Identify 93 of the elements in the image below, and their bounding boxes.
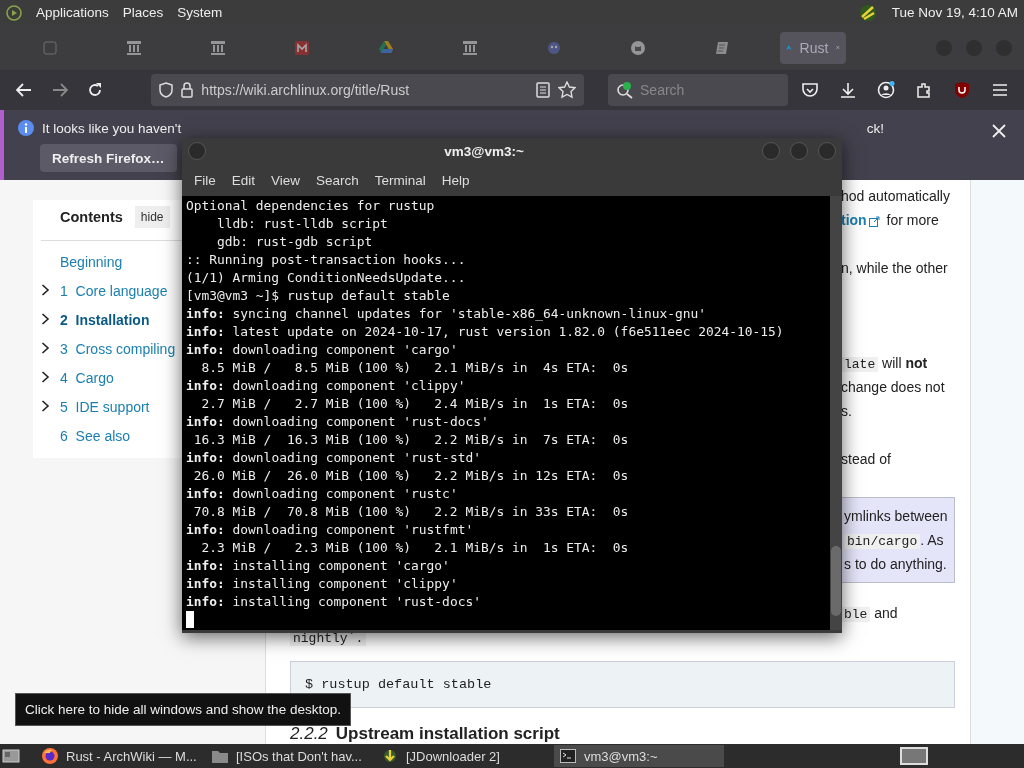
note-text: bin/cargo . As — [844, 527, 944, 552]
library-icon — [127, 40, 141, 55]
terminal-line: 2.3 MiB / 2.3 MiB (100 %) 2.1 MiB/s in 1s ETA: 0s — [200, 539, 630, 557]
notice-text: It looks like you haven't — [42, 120, 182, 136]
chevron-icon[interactable] — [41, 341, 50, 354]
article-text: n, while the other — [841, 258, 948, 278]
drive-icon — [379, 41, 393, 54]
terminal-line: info: downloading component 'rustc' — [186, 485, 459, 503]
terminal-line: 8.5 MiB / 8.5 MiB (100 %) 2.1 MiB/s in 4s ETA: 0s — [200, 359, 630, 377]
note-icon — [715, 40, 729, 55]
chevron-icon[interactable] — [41, 370, 50, 383]
contents-title: Contents — [60, 209, 123, 225]
menu-item[interactable]: Help — [433, 172, 478, 188]
terminal-line: info: installing component 'cargo' — [186, 557, 451, 575]
panel-menu[interactable]: Applications — [36, 5, 109, 20]
library-icon — [211, 40, 225, 55]
chevron-icon[interactable] — [41, 283, 50, 296]
info-icon — [18, 120, 34, 136]
mail-icon — [295, 40, 309, 55]
note-text: s to do anything. — [844, 554, 947, 574]
scrollbar[interactable] — [830, 196, 842, 630]
article-text: late will not — [841, 350, 928, 375]
cursor — [186, 611, 194, 628]
terminal-line: info: installing component 'clippy' — [186, 575, 459, 593]
downloader-icon — [382, 748, 398, 764]
chevron-icon[interactable] — [41, 312, 50, 325]
clock: Tue Nov 19, 4:10 AM — [891, 5, 1018, 20]
refresh-button[interactable]: Refresh Firefox… — [40, 144, 177, 172]
external-link-icon — [868, 215, 880, 227]
menu-item[interactable]: File — [186, 172, 224, 188]
contents-link[interactable]: 3 Cross compiling — [60, 340, 176, 357]
panel-menu[interactable]: Places — [122, 5, 164, 20]
article-text: stead of — [841, 449, 891, 469]
distro-logo-icon[interactable] — [6, 4, 22, 21]
article-text: change does not — [841, 377, 945, 397]
menu-item[interactable]: Search — [308, 172, 367, 188]
terminal-line: info: downloading component 'rust-std' — [186, 449, 482, 467]
browser-icon — [42, 748, 58, 764]
workspace-switcher[interactable] — [900, 747, 928, 765]
notice-text: ck! — [866, 120, 884, 136]
contents-link[interactable]: 4 Cargo — [60, 369, 114, 386]
contents-link[interactable]: 1 Core language — [60, 282, 168, 299]
star-icon[interactable] — [558, 81, 576, 99]
close-icon[interactable] — [992, 124, 1006, 138]
library-icon — [463, 40, 477, 55]
address-bar[interactable]: https://wiki.archlinux.org/title/Rust — [151, 74, 584, 106]
window-title: vm3@vm3:~ — [443, 143, 525, 159]
page-icon — [43, 40, 57, 55]
terminal-line: lldb: rust-lldb script — [216, 215, 389, 233]
taskbar-item[interactable]: Rust - ArchWiki — M... — [36, 745, 206, 767]
terminal-line: gdb: rust-gdb script — [216, 233, 374, 251]
contents-link[interactable]: 6 See also — [60, 427, 131, 444]
article-text: hod automatically — [841, 187, 950, 206]
terminal-line: (1/1) Arming ConditionNeedsUpdate... — [186, 269, 467, 287]
terminal-line: [vm3@vm3 ~]$ rustup default stable — [186, 287, 451, 305]
menu-item[interactable]: View — [263, 172, 309, 188]
terminal-line: info: downloading component 'rust-docs' — [186, 413, 490, 431]
article-text: ble and — [841, 600, 898, 625]
terminal-line: info: syncing channel updates for 'stable-x86_64-unknown-linux-gnu' — [186, 305, 707, 323]
terminal-line: 26.0 MiB / 26.0 MiB (100 %) 2.2 MiB/s in 12s ETA: 0s — [192, 467, 630, 485]
taskbar-item[interactable]: vm3@vm3:~ — [554, 745, 724, 767]
article-text: tion for more — [841, 211, 939, 230]
terminal-line: info: latest update on 2024-10-17, rust version 1.82.0 (f6e511eec 2024-10-15) — [186, 323, 785, 341]
bug-icon — [547, 40, 561, 55]
note-text: ymlinks between — [844, 506, 948, 526]
terminal-line: 2.7 MiB / 2.7 MiB (100 %) 2.4 MiB/s in 1s ETA: 0s — [200, 395, 630, 413]
folder-icon — [212, 749, 228, 763]
terminal-line: info: downloading component 'rustfmt' — [186, 521, 475, 539]
reader-view-icon[interactable] — [536, 82, 550, 98]
terminal-line: info: installing component 'rust-docs' — [186, 593, 482, 611]
lock-icon[interactable] — [181, 82, 194, 98]
terminal-line: :: Running post-transaction hooks... — [186, 251, 467, 269]
contents-link[interactable]: 2 Installation — [60, 311, 150, 328]
terminal-line: 70.8 MiB / 70.8 MiB (100 %) 2.2 MiB/s in 33s ETA: 0s — [192, 503, 630, 521]
contents-link[interactable]: Beginning — [60, 253, 123, 270]
chevron-icon[interactable] — [41, 399, 50, 412]
search-icon — [616, 81, 634, 99]
article-text: s. — [841, 401, 852, 421]
terminal-line: info: downloading component 'cargo' — [186, 341, 459, 359]
taskbar-item[interactable]: [ISOs that Don't hav... — [206, 745, 376, 767]
hide-button[interactable]: hide — [134, 206, 170, 228]
panel-menu[interactable]: System — [177, 5, 223, 20]
contents-link[interactable]: 5 IDE support — [60, 398, 150, 415]
terminal-line: 16.3 MiB / 16.3 MiB (100 %) 2.2 MiB/s in 7s ETA: 0s — [192, 431, 630, 449]
terminal-line: Optional dependencies for rustup — [186, 197, 436, 215]
taskbar-item[interactable]: [JDownloader 2] — [376, 745, 546, 767]
terminal-line: info: downloading component 'clippy' — [186, 377, 467, 395]
section-heading: 2.2.2 Upstream installation script — [290, 723, 561, 744]
terminal-icon — [560, 749, 576, 763]
search-field[interactable]: Search — [608, 74, 788, 106]
menu-item[interactable]: Terminal — [366, 172, 434, 188]
menu-item[interactable]: Edit — [223, 172, 264, 188]
shield-icon[interactable] — [159, 82, 174, 98]
